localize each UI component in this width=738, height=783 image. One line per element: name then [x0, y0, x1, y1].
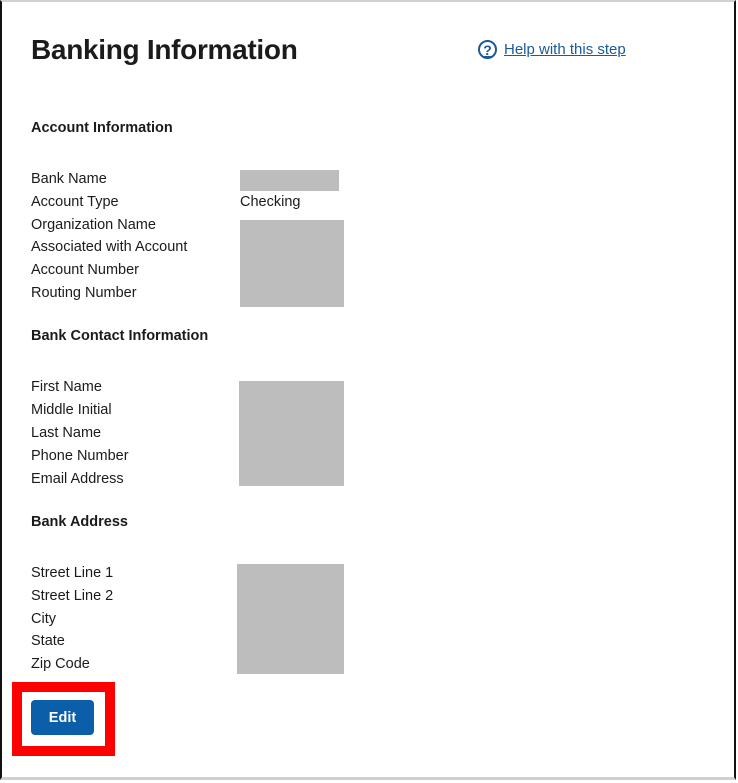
field-label: Organization Name	[31, 217, 156, 233]
field-label: Associated with Account	[31, 239, 188, 255]
question-circle-icon: ?	[478, 40, 497, 59]
field-label: Bank Name	[31, 171, 107, 187]
field-label: Account Type	[31, 194, 119, 210]
account-type-value: Checking	[240, 194, 301, 210]
field-label: First Name	[31, 379, 102, 395]
help-link[interactable]: ? Help with this step	[478, 40, 626, 59]
field-label: Street Line 1	[31, 565, 114, 581]
field-label: Middle Initial	[31, 402, 112, 418]
redacted-bank-name	[240, 170, 339, 191]
field-label: Email Address	[31, 471, 124, 487]
field-label: State	[31, 633, 65, 649]
redacted-address-details	[237, 564, 344, 674]
redacted-account-details	[240, 220, 344, 307]
field-label: Phone Number	[31, 448, 129, 464]
section-title-contact: Bank Contact Information	[31, 328, 209, 344]
field-label: City	[31, 611, 56, 627]
section-title-account: Account Information	[31, 120, 173, 136]
page-title: Banking Information	[31, 34, 298, 65]
section-title-address: Bank Address	[31, 514, 128, 530]
edit-button[interactable]: Edit	[31, 700, 94, 735]
field-label: Last Name	[31, 425, 102, 441]
field-label: Routing Number	[31, 285, 137, 301]
page-frame	[0, 0, 736, 780]
redacted-contact-details	[239, 381, 344, 486]
field-label: Street Line 2	[31, 588, 114, 604]
help-link-label: Help with this step	[504, 41, 626, 58]
field-label: Zip Code	[31, 656, 90, 672]
field-label: Account Number	[31, 262, 139, 278]
